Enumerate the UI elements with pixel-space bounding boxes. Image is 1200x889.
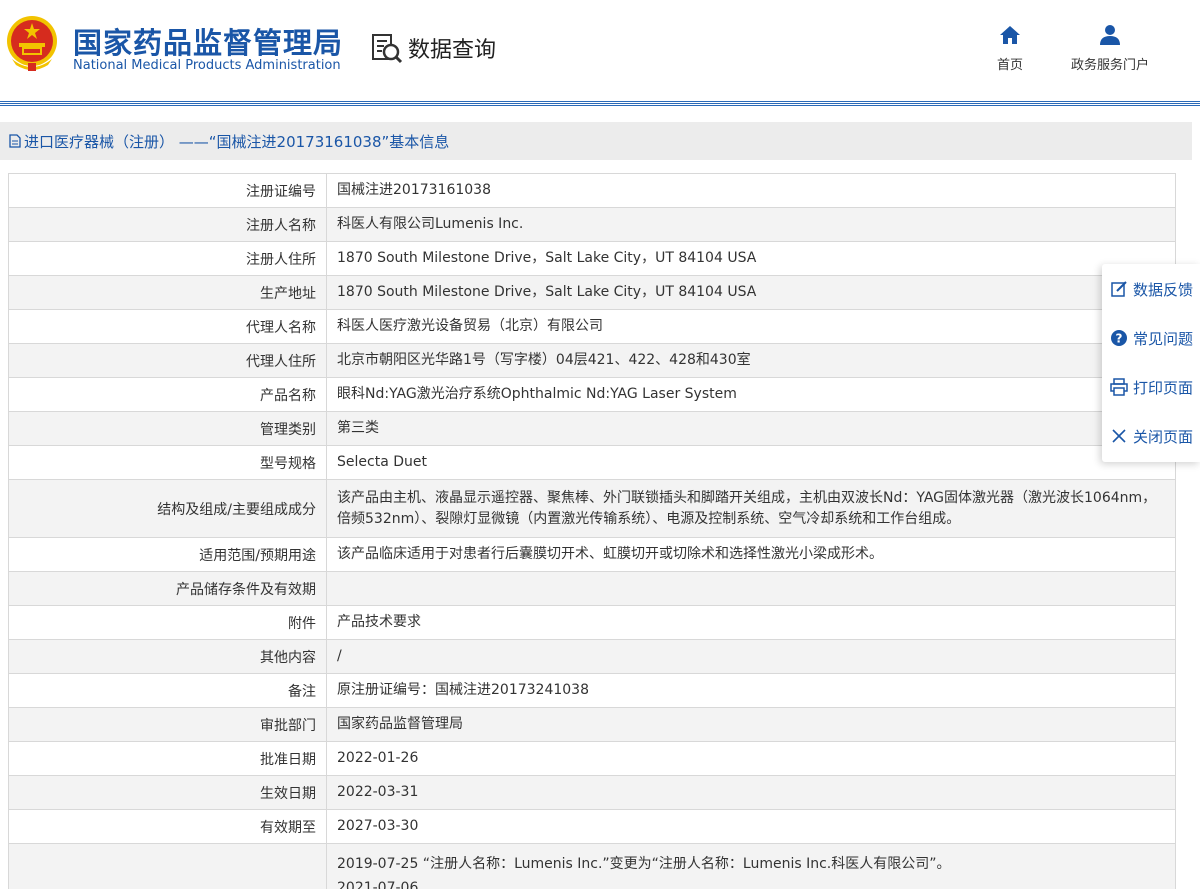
table-row: 代理人住所 北京市朝阳区光华路1号（写字楼）04层421、422、428和430室 [8, 343, 1176, 378]
side-tool-panel: 数据反馈 ? 常见问题 打印页面 关闭页面 [1102, 264, 1200, 462]
field-label [8, 843, 327, 889]
field-label: 代理人名称 [8, 309, 327, 344]
table-row: 审批部门 国家药品监督管理局 [8, 707, 1176, 742]
field-value: / [326, 639, 1176, 674]
table-row: 管理类别 第三类 [8, 411, 1176, 446]
table-row: 批准日期 2022-01-26 [8, 741, 1176, 776]
faq-button[interactable]: ? 常见问题 [1102, 323, 1200, 353]
registration-info-table: 注册证编号 国械注进20173161038 注册人名称 科医人有限公司Lumenis … [8, 173, 1176, 889]
field-value: 该产品临床适用于对患者行后囊膜切开术、虹膜切开或切除术和选择性激光小梁成形术。 [326, 537, 1176, 572]
field-label: 备注 [8, 673, 327, 708]
field-label: 有效期至 [8, 809, 327, 844]
field-value: 科医人有限公司Lumenis Inc. [326, 207, 1176, 242]
field-value: 国械注进20173161038 [326, 173, 1176, 208]
table-row: 产品储存条件及有效期 [8, 571, 1176, 606]
print-button[interactable]: 打印页面 [1102, 372, 1200, 402]
field-label: 审批部门 [8, 707, 327, 742]
field-label: 注册人住所 [8, 241, 327, 276]
field-label: 型号规格 [8, 445, 327, 480]
table-row: 生产地址 1870 South Milestone Drive，Salt Lake… [8, 275, 1176, 310]
field-value: 1870 South Milestone Drive，Salt Lake Cit… [326, 275, 1176, 310]
section-title: 数据查询 [370, 30, 496, 66]
page-title-bar: 进口医疗器械（注册） ——“国械注进20173161038”基本信息 [0, 122, 1192, 160]
document-icon [9, 134, 21, 148]
field-value: 北京市朝阳区光华路1号（写字楼）04层421、422、428和430室 [326, 343, 1176, 378]
site-header: 国家药品监督管理局 National Medical Products Admi… [0, 0, 1200, 101]
table-row: 有效期至 2027-03-30 [8, 809, 1176, 844]
site-logo-title: 国家药品监督管理局 [73, 26, 344, 60]
header-divider [0, 101, 1200, 106]
feedback-button[interactable]: 数据反馈 [1102, 274, 1200, 304]
nav-gov-label: 政务服务门户 [1070, 58, 1149, 73]
nav-gov-portal-link[interactable]: 政务服务门户 [1063, 24, 1157, 73]
field-label: 批准日期 [8, 741, 327, 776]
field-label: 管理类别 [8, 411, 327, 446]
field-value [326, 571, 1176, 606]
field-label: 生效日期 [8, 775, 327, 810]
close-icon [1112, 429, 1126, 443]
print-icon [1110, 378, 1128, 396]
table-row: 适用范围/预期用途 该产品临床适用于对患者行后囊膜切开术、虹膜切开或切除术和选择性… [8, 537, 1176, 572]
field-value: 产品技术要求 [326, 605, 1176, 640]
table-row: 注册证编号 国械注进20173161038 [8, 173, 1176, 208]
change-history-entry: 2019-07-25 “注册人名称：Lumenis Inc.”变更为“注册人名称… [337, 856, 951, 872]
table-row: 产品名称 眼科Nd:YAG激光治疗系统Ophthalmic Nd:YAG Lase… [8, 377, 1176, 412]
close-page-button[interactable]: 关闭页面 [1102, 421, 1200, 451]
table-row: 生效日期 2022-03-31 [8, 775, 1176, 810]
field-label: 注册人名称 [8, 207, 327, 242]
data-search-icon [372, 34, 403, 64]
field-label: 代理人住所 [8, 343, 327, 378]
close-page-label: 关闭页面 [1133, 427, 1194, 446]
field-label: 其他内容 [8, 639, 327, 674]
field-value: 2022-01-26 [326, 741, 1176, 776]
nav-home-link[interactable]: 首页 [992, 24, 1028, 73]
field-value: 眼科Nd:YAG激光治疗系统Ophthalmic Nd:YAG Laser Sy… [326, 377, 1176, 412]
table-row: 结构及组成/主要组成成分 该产品由主机、液晶显示遥控器、聚焦棒、外门联锁插头和脚踏… [8, 479, 1176, 538]
home-icon [1000, 26, 1020, 44]
field-value: 1870 South Milestone Drive，Salt Lake Cit… [326, 241, 1176, 276]
field-value: Selecta Duet [326, 445, 1176, 480]
question-icon: ? [1111, 330, 1127, 346]
field-value: 科医人医疗激光设备贸易（北京）有限公司 [326, 309, 1176, 344]
field-label: 附件 [8, 605, 327, 640]
field-value: 2027-03-30 [326, 809, 1176, 844]
table-row-change-history: 2019-07-25 “注册人名称：Lumenis Inc.”变更为“注册人名称… [8, 843, 1176, 889]
field-value: 2022-03-31 [326, 775, 1176, 810]
national-emblem-icon [7, 16, 57, 71]
field-value: 国家药品监督管理局 [326, 707, 1176, 742]
svg-text:?: ? [1116, 332, 1123, 346]
feedback-label: 数据反馈 [1133, 280, 1194, 299]
change-history-value: 2019-07-25 “注册人名称：Lumenis Inc.”变更为“注册人名称… [326, 843, 1176, 889]
table-row: 其他内容 / [8, 639, 1176, 674]
nav-home-label: 首页 [996, 58, 1023, 73]
change-history-entry: 2021-07-06 [337, 880, 419, 889]
field-label: 产品储存条件及有效期 [8, 571, 327, 606]
field-value: 第三类 [326, 411, 1176, 446]
user-icon [1100, 25, 1120, 45]
table-row: 注册人名称 科医人有限公司Lumenis Inc. [8, 207, 1176, 242]
page-title: 进口医疗器械（注册） ——“国械注进20173161038”基本信息 [24, 132, 450, 151]
print-label: 打印页面 [1133, 378, 1194, 397]
field-label: 注册证编号 [8, 173, 327, 208]
site-logo-subtitle: National Medical Products Administration [73, 58, 341, 73]
edit-icon [1111, 281, 1127, 297]
field-value: 原注册证编号：国械注进20173241038 [326, 673, 1176, 708]
section-label: 数据查询 [408, 38, 497, 63]
table-row: 备注 原注册证编号：国械注进20173241038 [8, 673, 1176, 708]
field-label: 生产地址 [8, 275, 327, 310]
field-label: 适用范围/预期用途 [8, 537, 327, 572]
table-row: 附件 产品技术要求 [8, 605, 1176, 640]
faq-label: 常见问题 [1133, 329, 1194, 348]
field-label: 结构及组成/主要组成成分 [8, 479, 327, 538]
field-value: 该产品由主机、液晶显示遥控器、聚焦棒、外门联锁插头和脚踏开关组成，主机由双波长N… [326, 479, 1176, 538]
field-label: 产品名称 [8, 377, 327, 412]
table-row: 注册人住所 1870 South Milestone Drive，Salt Lak… [8, 241, 1176, 276]
table-row: 代理人名称 科医人医疗激光设备贸易（北京）有限公司 [8, 309, 1176, 344]
table-row: 型号规格 Selecta Duet [8, 445, 1176, 480]
